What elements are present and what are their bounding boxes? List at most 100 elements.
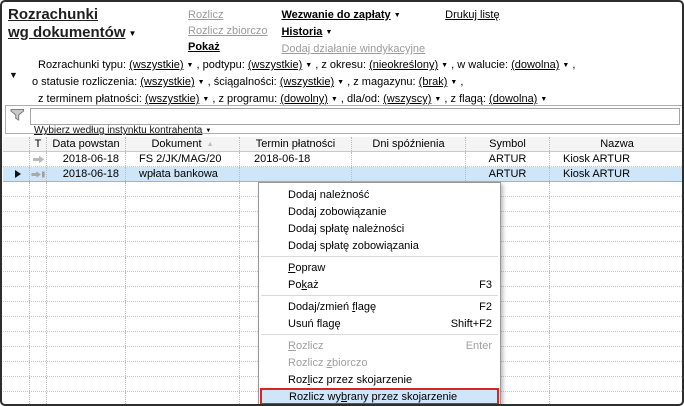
filter-label: z terminem płatności:	[38, 93, 145, 105]
instynkt-kontrahenta-link[interactable]: Wybierz według instynktu kontrahenta ▼	[34, 125, 211, 136]
column-header-nazwa[interactable]: Nazwa	[550, 137, 682, 151]
cell-data-powstania	[47, 287, 126, 301]
menu-item-pokaż[interactable]: Pokaż F3	[259, 276, 500, 293]
menu-item-label: Pokaż	[288, 278, 319, 291]
chevron-down-icon: ▼	[325, 29, 333, 36]
toolbar-link-wezwanie-do-zapłaty[interactable]: Wezwanie do zapłaty ▼	[281, 7, 425, 24]
toolbar-link-drukuj-listę[interactable]: Drukuj listę	[445, 7, 499, 23]
filter-label: ,	[569, 59, 576, 71]
cell-dni-spoznienia	[352, 152, 466, 166]
filter-value-nieokreślony[interactable]: (nieokreślony)	[369, 59, 438, 71]
page-title-line1: Rozrachunki	[8, 6, 99, 23]
filter-value-wszystkie[interactable]: (wszystkie)	[280, 76, 334, 88]
filter-value-wszystkie[interactable]: (wszystkie)	[140, 76, 194, 88]
page-title[interactable]: Rozrachunki wg dokumentów ▼	[8, 6, 136, 43]
menu-item-label: Rozlicz zbiorczo	[288, 356, 368, 369]
cell-row-selector	[3, 182, 30, 196]
chevron-down-icon: ▼	[205, 128, 212, 134]
filter-value-dowolny[interactable]: (dowolny)	[280, 93, 328, 105]
filter-collapse-icon[interactable]: ▼	[9, 70, 18, 80]
cell-nazwa	[550, 242, 682, 256]
cell-row-selector	[3, 167, 30, 181]
cell-data-powstania	[47, 362, 126, 376]
cell-row-selector	[3, 272, 30, 286]
cell-dokument	[126, 347, 240, 361]
column-header-dni-spoznienia[interactable]: Dni spóźnienia	[352, 137, 466, 151]
menu-separator	[261, 256, 498, 257]
cell-type	[30, 332, 47, 346]
filter-value-wszystkie[interactable]: (wszystkie)	[129, 59, 183, 71]
filter-value-wszystkie[interactable]: (wszystkie)	[145, 93, 199, 105]
cell-data-powstania	[47, 197, 126, 211]
toolbar-link-historia[interactable]: Historia ▼	[281, 24, 425, 41]
column-header-symbol[interactable]: Symbol	[466, 137, 550, 151]
search-input[interactable]	[30, 108, 680, 125]
cell-type	[30, 152, 47, 166]
column-header-type[interactable]: T	[30, 137, 47, 151]
cell-symbol: ARTUR	[466, 167, 550, 181]
menu-item-dodaj-należność[interactable]: Dodaj należność	[259, 186, 500, 203]
cell-data-powstania	[47, 377, 126, 391]
cell-dokument	[126, 197, 240, 211]
column-header-data-powstania[interactable]: Data powstan	[47, 137, 126, 151]
context-menu: Dodaj należność Dodaj zobowiązanie Dodaj s…	[258, 182, 501, 404]
filter-value-dowolna[interactable]: (dowolna)	[489, 93, 537, 105]
current-row-pointer-icon	[15, 170, 21, 178]
filter-value-brak[interactable]: (brak)	[419, 76, 448, 88]
cell-dokument	[126, 377, 240, 391]
menu-item-rozlicz-wybrany-przez-skojarzenie[interactable]: Rozlicz wybrany przez skojarzenie	[260, 388, 499, 404]
page-title-line2: wg dokumentów	[8, 24, 126, 41]
menu-item-dodaj-spłatę-zobowiązania[interactable]: Dodaj spłatę zobowiązania	[259, 237, 500, 254]
filter-label: , ściągalności:	[204, 76, 280, 88]
menu-item-rozlicz-zbiorczo: Rozlicz zbiorczo	[259, 354, 500, 371]
menu-item-rozlicz-przez-skojarzenie[interactable]: Rozlicz przez skojarzenie	[259, 371, 500, 388]
cell-type	[30, 242, 47, 256]
cell-data-powstania	[47, 227, 126, 241]
cell-row-selector	[3, 212, 30, 226]
cell-row-selector	[3, 152, 30, 166]
menu-item-dodaj-spłatę-należności[interactable]: Dodaj spłatę należności	[259, 220, 500, 237]
filter-funnel-icon	[10, 108, 25, 126]
cell-nazwa	[550, 317, 682, 331]
menu-item-dodaj-zobowiązanie[interactable]: Dodaj zobowiązanie	[259, 203, 500, 220]
cell-termin-platnosci: 2018-06-18	[240, 152, 352, 166]
cell-data-powstania	[47, 212, 126, 226]
cell-type	[30, 302, 47, 316]
menu-item-label: Usuń flagę	[288, 317, 341, 330]
cell-nazwa: Kiosk ARTUR	[563, 153, 631, 165]
filter-label: o statusie rozliczenia:	[32, 76, 141, 88]
menu-item-shortcut: F2	[479, 300, 492, 313]
cell-type	[30, 212, 47, 226]
menu-item-label: Rozlicz wybrany przez skojarzenie	[289, 390, 458, 403]
menu-item-usuń-flagę[interactable]: Usuń flagę Shift+F2	[259, 315, 500, 332]
filter-value-dowolna[interactable]: (dowolna)	[511, 59, 559, 71]
column-header-dokument[interactable]: Dokument ▲	[126, 137, 240, 151]
cell-type	[30, 377, 47, 391]
table-row-2[interactable]: 2018-06-18 wpłata bankowa ARTUR Kiosk ARTUR	[3, 167, 682, 182]
cell-data-powstania	[47, 272, 126, 286]
cell-nazwa	[550, 302, 682, 316]
cell-row-selector	[3, 347, 30, 361]
column-header-row-selector[interactable]	[3, 137, 30, 151]
chevron-down-icon: ▼	[128, 29, 137, 38]
table-row-1[interactable]: 2018-06-18 FS 2/JK/MAG/20 2018-06-18 ARTUR K…	[3, 152, 682, 167]
cell-dokument	[126, 302, 240, 316]
cell-type	[30, 257, 47, 271]
menu-item-dodaj-zmień-flagę[interactable]: Dodaj/zmień flagę F2	[259, 298, 500, 315]
menu-item-popraw[interactable]: Popraw	[259, 259, 500, 276]
cell-dokument	[126, 332, 240, 346]
cell-nazwa	[550, 257, 682, 271]
column-header-termin-platnosci[interactable]: Termin płatności	[240, 137, 352, 151]
filter-row-1: Rozrachunki typu: (wszystkie) ▼ , podtypu…	[32, 57, 575, 74]
filter-label: , z magazynu:	[344, 76, 419, 88]
filter-value-wszyscy[interactable]: (wszyscy)	[383, 93, 431, 105]
filter-label: , z okresu:	[312, 59, 370, 71]
filter-value-wszystkie[interactable]: (wszystkie)	[248, 59, 302, 71]
cell-nazwa	[550, 332, 682, 346]
cell-dokument: wpłata bankowa	[126, 167, 240, 181]
toolbar-link-pokaż[interactable]: Pokaż	[188, 39, 267, 55]
toolbar-column-1: Rozlicz Rozlicz zbiorczo Pokaż	[188, 7, 267, 57]
cell-dni-spoznienia	[352, 167, 466, 181]
cell-row-selector	[3, 377, 30, 391]
cell-data-powstania	[47, 182, 126, 196]
